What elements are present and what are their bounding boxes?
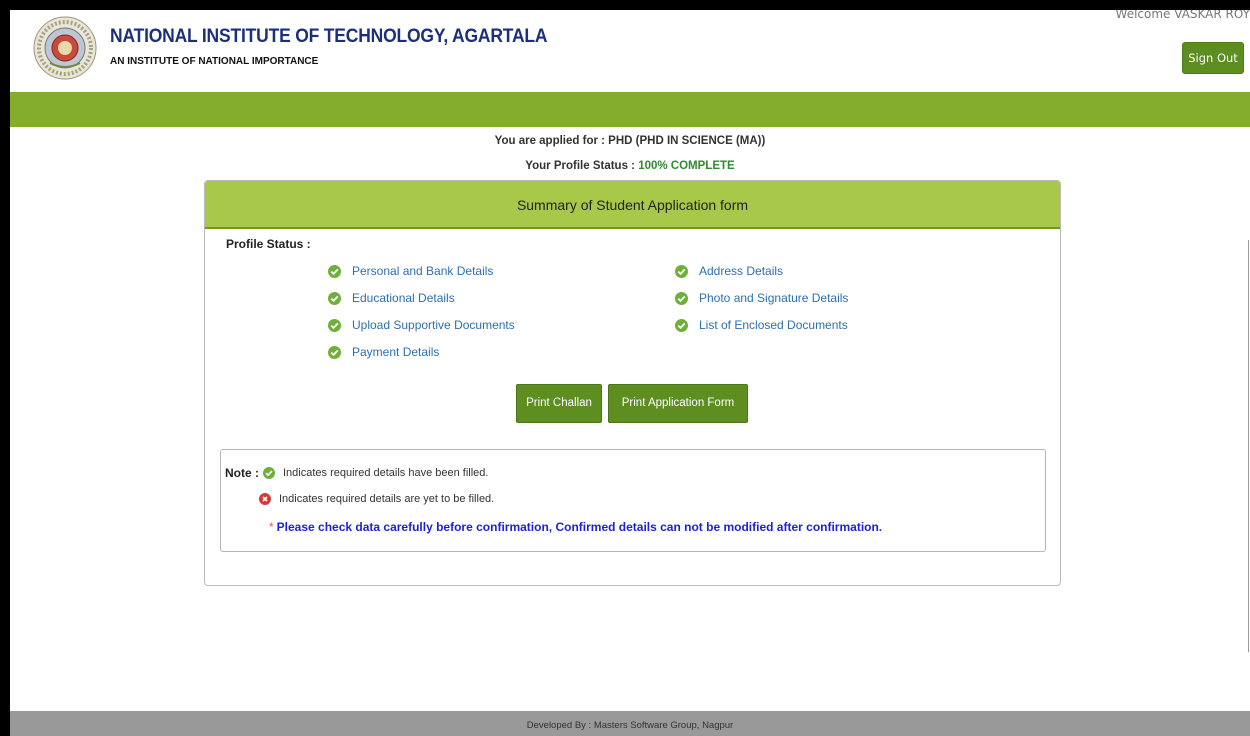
check-icon [263,467,275,479]
status-item-educational: Educational Details [328,290,455,306]
payment-link[interactable]: Payment Details [352,345,439,359]
photo-signature-link[interactable]: Photo and Signature Details [699,291,848,305]
institute-subtitle: AN INSTITUTE OF NATIONAL IMPORTANCE [110,56,319,67]
note-filled-line: Note : Indicates required details have b… [225,466,488,480]
sign-out-button[interactable]: Sign Out [1182,42,1244,74]
check-icon [675,264,688,278]
educational-link[interactable]: Educational Details [352,291,455,305]
applied-for-text: You are applied for : PHD (PHD IN SCIENC… [494,135,766,147]
footer: Developed By : Masters Software Group, N… [10,711,1250,736]
status-item-personal-bank: Personal and Bank Details [328,263,493,279]
print-challan-button[interactable]: Print Challan [516,384,602,423]
status-item-upload-documents: Upload Supportive Documents [328,317,515,333]
profile-status-label: Your Profile Status : [525,160,639,172]
note-filled-text: Indicates required details have been fil… [283,467,489,479]
note-pending-line: Indicates required details are yet to be… [259,493,494,505]
check-icon [328,345,341,359]
institute-logo [33,16,97,80]
upload-documents-link[interactable]: Upload Supportive Documents [352,318,515,332]
print-application-form-button[interactable]: Print Application Form [608,384,748,423]
profile-status-value: 100% COMPLETE [638,160,735,172]
welcome-text: Welcome VASKAR ROY [1115,10,1250,21]
page: NATIONAL INSTITUTE OF TECHNOLOGY, AGARTA… [10,10,1250,736]
nav-bar [10,92,1250,127]
warning-text: Please check data carefully before confi… [276,520,883,534]
institute-name: NATIONAL INSTITUTE OF TECHNOLOGY, AGARTA… [110,26,548,47]
note-box: Note : Indicates required details have b… [220,449,1046,552]
scrollbar-edge [1248,240,1249,652]
profile-status-line: Your Profile Status : 100% COMPLETE [10,160,1250,172]
confirmation-warning: * Please check data carefully before conf… [269,520,882,534]
note-pending-text: Indicates required details are yet to be… [279,493,495,505]
check-icon [328,291,341,305]
warning-star: * [269,520,274,534]
summary-panel: Summary of Student Application form Prof… [204,180,1061,586]
check-icon [328,264,341,278]
status-item-enclosed-documents: List of Enclosed Documents [675,317,848,333]
check-icon [328,318,341,332]
status-item-photo-signature: Photo and Signature Details [675,290,848,306]
status-item-payment: Payment Details [328,344,439,360]
check-icon [675,291,688,305]
header: NATIONAL INSTITUTE OF TECHNOLOGY, AGARTA… [10,10,1250,92]
enclosed-documents-link[interactable]: List of Enclosed Documents [699,318,848,332]
cross-icon [259,493,271,505]
panel-title: Summary of Student Application form [205,181,1060,229]
check-icon [675,318,688,332]
note-label: Note : [225,466,259,480]
personal-bank-link[interactable]: Personal and Bank Details [352,264,493,278]
address-link[interactable]: Address Details [699,264,783,278]
profile-status-heading: Profile Status : [226,237,311,251]
status-item-address: Address Details [675,263,783,279]
